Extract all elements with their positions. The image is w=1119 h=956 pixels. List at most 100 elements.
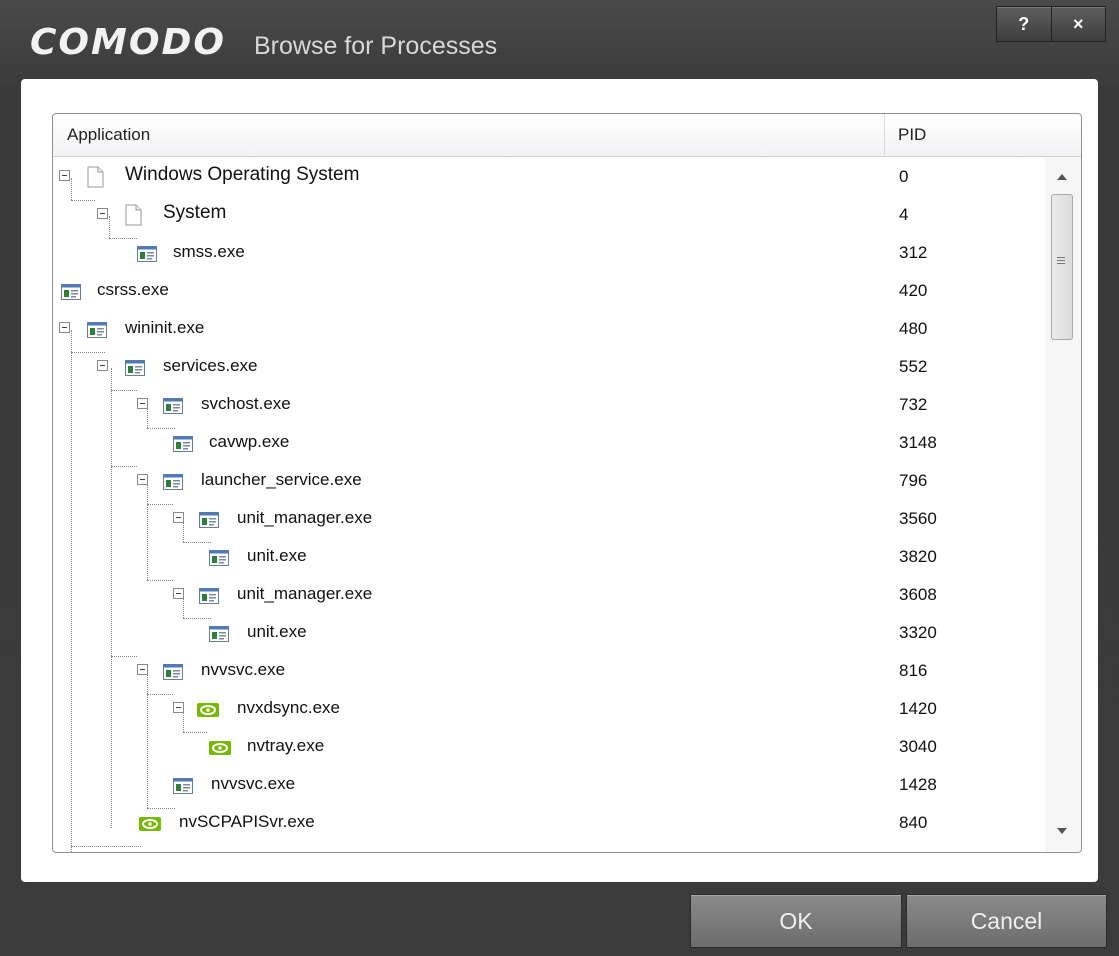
- process-pid: 0: [899, 167, 909, 186]
- process-row[interactable]: nvSCPAPISvr.exe 840: [53, 804, 1045, 842]
- scrollbar-thumb[interactable]: [1051, 194, 1073, 340]
- application-icon: [137, 246, 157, 262]
- collapse-toggle-icon[interactable]: [137, 474, 148, 485]
- grip-icon: [1057, 257, 1065, 258]
- process-pid: 3560: [899, 509, 937, 528]
- process-pid: 796: [899, 471, 928, 490]
- collapse-toggle-icon[interactable]: [97, 208, 108, 219]
- application-icon: [87, 322, 107, 338]
- tree-connector: [71, 846, 141, 847]
- process-name: cavwp.exe: [209, 432, 290, 451]
- process-name: services.exe: [163, 356, 258, 375]
- collapse-toggle-icon[interactable]: [59, 170, 70, 181]
- process-row[interactable]: wininit.exe 480: [53, 310, 1045, 348]
- collapse-toggle-icon[interactable]: [173, 512, 184, 523]
- process-tree-list[interactable]: Application PID Windows Operating System…: [52, 113, 1082, 853]
- process-row[interactable]: launcher_service.exe 796: [53, 462, 1045, 500]
- process-name: nvvsvc.exe: [211, 774, 296, 793]
- process-row[interactable]: svchost.exe 732: [53, 386, 1045, 424]
- application-icon: [163, 664, 183, 680]
- process-pid: 312: [899, 243, 928, 262]
- process-row[interactable]: nvxdsync.exe 1420: [53, 690, 1045, 728]
- process-pid: 420: [899, 281, 928, 300]
- process-pid: 3320: [899, 623, 937, 642]
- nvidia-icon: [139, 816, 161, 832]
- content-panel: Application PID Windows Operating System…: [21, 79, 1098, 882]
- process-pid: 3820: [899, 547, 937, 566]
- process-name: smss.exe: [173, 242, 245, 261]
- process-name: nvxdsync.exe: [237, 698, 340, 717]
- process-name: System: [163, 202, 227, 223]
- document-icon: [125, 204, 142, 226]
- process-row[interactable]: smss.exe 312: [53, 234, 1045, 272]
- scroll-down-arrow-icon[interactable]: [1057, 828, 1067, 834]
- close-button[interactable]: ×: [1051, 6, 1106, 42]
- comodo-logo: COMODO: [30, 22, 226, 63]
- process-row[interactable]: System 4: [53, 196, 1045, 234]
- application-icon: [163, 474, 183, 490]
- application-icon: [199, 512, 219, 528]
- application-icon: [173, 778, 193, 794]
- process-name: wininit.exe: [125, 318, 205, 337]
- process-name: unit.exe: [247, 546, 307, 565]
- process-pid: 3608: [899, 585, 937, 604]
- application-icon: [209, 626, 229, 642]
- process-name: Windows Operating System: [125, 164, 360, 185]
- process-row[interactable]: unit_manager.exe 3560: [53, 500, 1045, 538]
- browse-processes-dialog: COMODO Browse for Processes ? × Applicat…: [0, 0, 1119, 956]
- title-bar: COMODO Browse for Processes ? ×: [0, 0, 1119, 78]
- column-header-application[interactable]: Application: [67, 125, 150, 145]
- vertical-scrollbar[interactable]: [1045, 158, 1081, 852]
- cancel-button[interactable]: Cancel: [906, 894, 1107, 948]
- collapse-toggle-icon[interactable]: [137, 664, 148, 675]
- nvidia-icon: [209, 740, 231, 756]
- process-name: csrss.exe: [97, 280, 169, 299]
- help-button[interactable]: ?: [996, 6, 1052, 42]
- scroll-up-arrow-icon[interactable]: [1057, 174, 1067, 180]
- ok-button[interactable]: OK: [690, 894, 902, 948]
- process-name: unit.exe: [247, 622, 307, 641]
- collapse-toggle-icon[interactable]: [59, 322, 70, 333]
- application-icon: [209, 550, 229, 566]
- collapse-toggle-icon[interactable]: [97, 360, 108, 371]
- process-pid: 732: [899, 395, 928, 414]
- column-header-pid[interactable]: PID: [898, 125, 926, 145]
- process-pid: 552: [899, 357, 928, 376]
- collapse-toggle-icon[interactable]: [173, 702, 184, 713]
- application-icon: [199, 588, 219, 604]
- list-header: Application PID: [53, 114, 1081, 157]
- collapse-toggle-icon[interactable]: [173, 588, 184, 599]
- process-row[interactable]: Windows Operating System 0: [53, 158, 1045, 196]
- process-row[interactable]: unit_manager.exe 3608: [53, 576, 1045, 614]
- dialog-title: Browse for Processes: [254, 32, 498, 60]
- process-pid: 4: [899, 205, 909, 224]
- process-name: launcher_service.exe: [201, 470, 362, 489]
- process-row[interactable]: unit.exe 3320: [53, 614, 1045, 652]
- process-name: nvSCPAPISvr.exe: [179, 812, 315, 831]
- process-pid: 816: [899, 661, 928, 680]
- process-row[interactable]: services.exe 552: [53, 348, 1045, 386]
- process-row[interactable]: cavwp.exe 3148: [53, 424, 1045, 462]
- process-pid: 3148: [899, 433, 937, 452]
- window-controls: ? ×: [996, 6, 1106, 42]
- application-icon: [125, 360, 145, 376]
- nvidia-icon: [197, 702, 219, 718]
- application-icon: [173, 436, 193, 452]
- process-name: unit_manager.exe: [237, 584, 373, 603]
- process-pid: 480: [899, 319, 928, 338]
- process-name: unit_manager.exe: [237, 508, 373, 527]
- process-row[interactable]: unit.exe 3820: [53, 538, 1045, 576]
- process-pid: 3040: [899, 737, 937, 756]
- process-name: nvvsvc.exe: [201, 660, 286, 679]
- process-row[interactable]: nvvsvc.exe 1428: [53, 766, 1045, 804]
- process-row[interactable]: csrss.exe 420: [53, 272, 1045, 310]
- application-icon: [163, 398, 183, 414]
- application-icon: [61, 284, 81, 300]
- process-pid: 1420: [899, 699, 937, 718]
- column-divider[interactable]: [884, 114, 885, 156]
- process-row[interactable]: nvtray.exe 3040: [53, 728, 1045, 766]
- process-name: svchost.exe: [201, 394, 291, 413]
- process-row[interactable]: nvvsvc.exe 816: [53, 652, 1045, 690]
- collapse-toggle-icon[interactable]: [137, 398, 148, 409]
- document-icon: [87, 166, 104, 188]
